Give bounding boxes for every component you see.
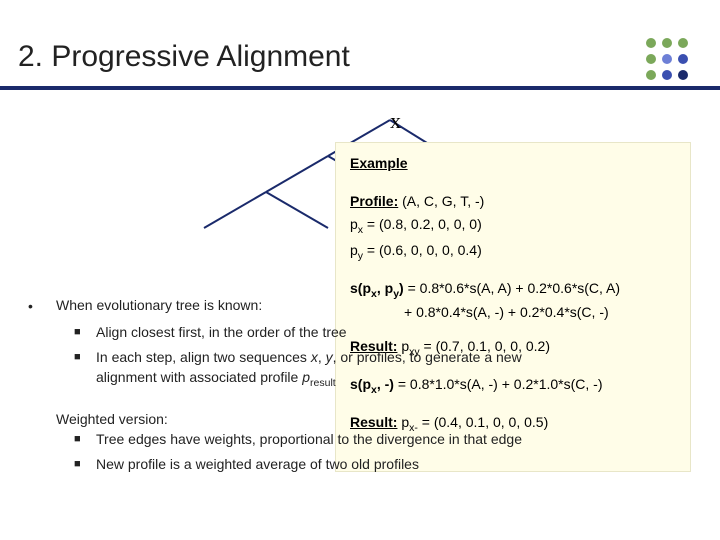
body-content: • When evolutionary tree is known: ■ Ali… <box>28 295 688 478</box>
example-heading: Example <box>350 153 676 173</box>
title-underline <box>0 86 720 90</box>
sub-bullet-text: Tree edges have weights, proportional to… <box>96 429 522 449</box>
bullet-dot-icon: • <box>28 295 56 316</box>
main-bullet-text: When evolutionary tree is known: <box>56 295 262 315</box>
square-bullet-icon: ■ <box>74 429 96 448</box>
py-vector: py = (0.6, 0, 0, 0, 0.4) <box>350 240 676 264</box>
sub-bullet-text: New profile is a weighted average of two… <box>96 454 419 474</box>
profile-definition: Profile: (A, C, G, T, -) <box>350 191 676 211</box>
sub-bullet-list-1: ■ Align closest first, in the order of t… <box>28 322 688 391</box>
square-bullet-icon: ■ <box>74 454 96 473</box>
main-bullet: • When evolutionary tree is known: <box>28 295 688 316</box>
sub-bullet: ■ New profile is a weighted average of t… <box>56 454 688 474</box>
weighted-section: Weighted version: ■ Tree edges have weig… <box>28 409 688 474</box>
tree-node-x-label: x <box>390 108 401 134</box>
sub-bullet: ■ In each step, align two sequences x, y… <box>74 347 688 391</box>
weighted-heading: Weighted version: <box>56 409 688 429</box>
sub-bullet: ■ Tree edges have weights, proportional … <box>56 429 688 449</box>
slide-title: 2. Progressive Alignment <box>18 40 350 74</box>
corner-dots-decoration <box>646 38 700 92</box>
square-bullet-icon: ■ <box>74 322 96 341</box>
sub-bullet: ■ Align closest first, in the order of t… <box>74 322 688 342</box>
profile-value: (A, C, G, T, -) <box>398 193 484 209</box>
sub-bullet-text: In each step, align two sequences x, y, … <box>96 347 522 391</box>
profile-label: Profile: <box>350 193 398 209</box>
px-vector: px = (0.8, 0.2, 0, 0, 0) <box>350 214 676 238</box>
square-bullet-icon: ■ <box>74 347 96 366</box>
slide: 2. Progressive Alignment x Example Pro <box>0 0 720 540</box>
sub-bullet-text: Align closest first, in the order of the… <box>96 322 347 342</box>
